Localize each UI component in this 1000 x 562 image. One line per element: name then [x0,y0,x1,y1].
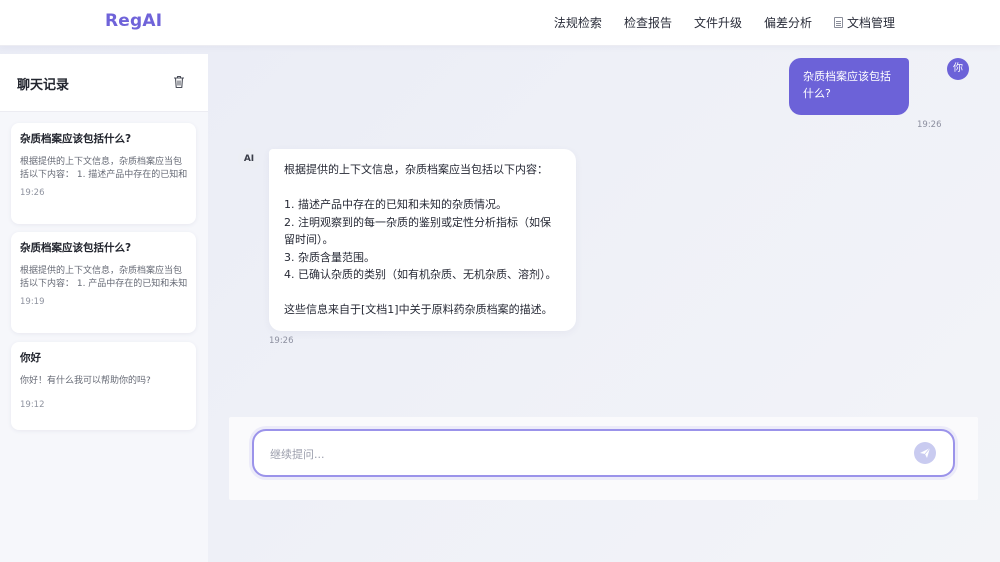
nav-item-document-management[interactable]: 文档管理 [833,14,895,31]
nav-item-label: 文档管理 [846,16,895,30]
chat-history-item[interactable]: 杂质档案应该包括什么? 根据提供的上下文信息，杂质档案应当包括以下内容： 1. … [11,123,196,224]
user-message-time: 19:26 [917,120,942,130]
chat-title: 杂质档案应该包括什么? [20,133,132,145]
chat-timestamp: 19:19 [20,297,45,307]
ai-message-bubble: 根据提供的上下文信息，杂质档案应当包括以下内容： 1. 描述产品中存在的已知和未… [269,149,576,331]
chat-preview: 根据提供的上下文信息，杂质档案应当包括以下内容： 1. 产品中存在的已知和未知的… [20,266,188,289]
nav-item-label: 偏差分析 [763,16,812,30]
chat-preview: 根据提供的上下文信息，杂质档案应当包括以下内容： 1. 描述产品中存在的已知和未… [20,157,188,180]
ai-message-point: 2. 注明观察到的每一杂质的鉴别或定性分析指标（如保留时间）。 [284,215,551,247]
chat-history-item[interactable]: 杂质档案应该包括什么? 根据提供的上下文信息，杂质档案应当包括以下内容： 1. … [11,232,196,333]
nav-item-regulation-search[interactable]: 法规检索 [554,14,602,31]
document-icon [833,17,843,28]
top-navbar: RegAI 法规检索 检查报告 文件升级 偏差分析 文档管理 [0,0,1000,46]
ai-avatar: AI [238,148,260,170]
app-logo[interactable]: RegAI [105,11,162,31]
ai-message-point: 3. 杂质含量范围。 [284,250,375,264]
nav-item-deviation-analysis[interactable]: 偏差分析 [764,14,812,31]
sidebar-title: 聊天记录 [17,78,70,93]
user-avatar: 你 [947,58,969,80]
nav-item-label: 检查报告 [623,16,672,30]
trash-icon[interactable] [173,75,185,89]
chat-history-sidebar: 聊天记录 杂质档案应该包括什么? 根据提供的上下文信息，杂质档案应当包括以下内容… [0,54,208,562]
chat-timestamp: 19:12 [20,400,45,410]
nav-item-label: 法规检索 [553,16,602,30]
ai-message-time: 19:26 [269,336,294,346]
ai-message-source: 这些信息来自于[文档1]中关于原料药杂质档案的描述。 [284,303,553,316]
main-nav: 法规检索 检查报告 文件升级 偏差分析 文档管理 [554,14,895,31]
input-container [252,429,955,477]
input-panel [229,417,978,500]
chat-title: 杂质档案应该包括什么? [20,242,132,254]
chat-input[interactable] [270,444,890,464]
chat-history-item[interactable]: 你好 你好！有什么我可以帮助你的吗? 19:12 [11,342,196,430]
ai-message-intro: 根据提供的上下文信息，杂质档案应当包括以下内容： [284,163,548,176]
nav-item-inspection-report[interactable]: 检查报告 [624,14,672,31]
send-button[interactable] [914,442,936,464]
chat-title: 你好 [20,352,41,364]
chat-timestamp: 19:26 [20,188,45,198]
nav-item-label: 文件升级 [693,16,742,30]
user-message-bubble: 杂质档案应该包括什么? [789,58,909,115]
send-icon [920,447,931,458]
ai-message-point: 4. 已确认杂质的类别（如有机杂质、无机杂质、溶剂）。 [284,268,557,281]
chat-preview: 你好！有什么我可以帮助你的吗? [20,376,151,386]
nav-item-file-upgrade[interactable]: 文件升级 [694,14,742,31]
ai-message-point: 1. 描述产品中存在的已知和未知的杂质情况。 [284,198,507,211]
sidebar-header: 聊天记录 [0,54,208,112]
